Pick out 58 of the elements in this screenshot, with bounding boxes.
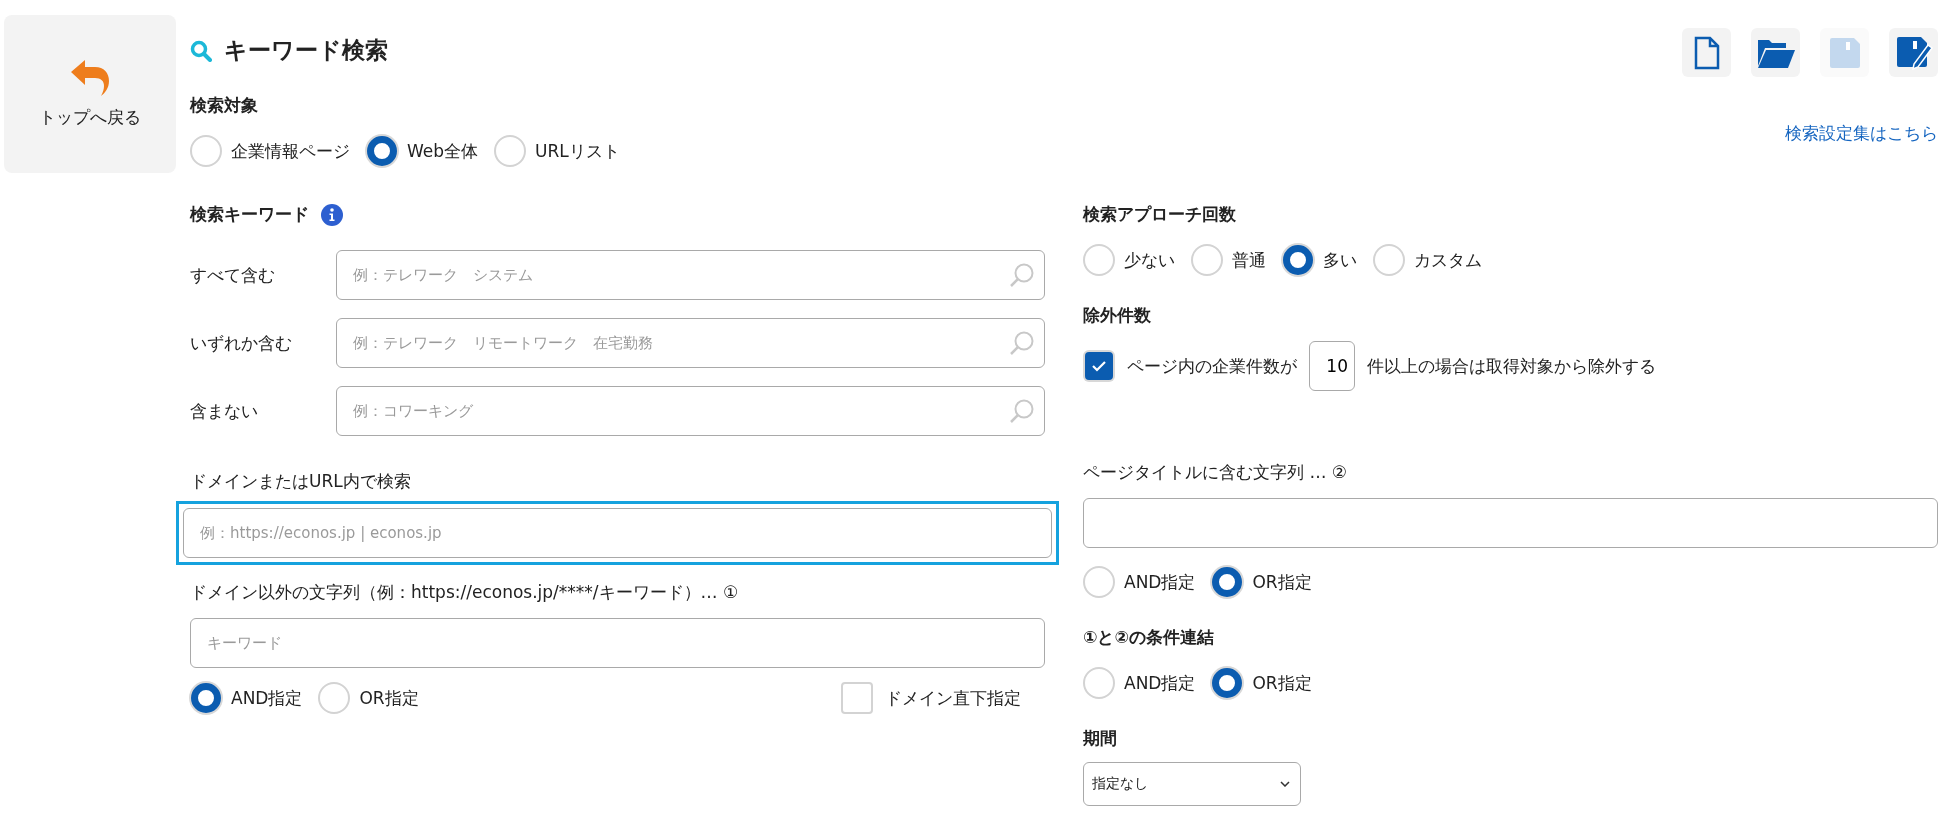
keyword-input-field[interactable]: キーワード — [190, 618, 1045, 668]
keyword-field[interactable]: 例：テレワーク リモートワーク 在宅勤務 — [336, 318, 1045, 368]
search-icon — [190, 39, 212, 62]
count-field[interactable]: 10 — [1309, 341, 1355, 391]
field-label: いずれか含む — [190, 331, 293, 355]
chevron-down-icon — [1280, 781, 1290, 787]
radio-button[interactable] — [1212, 567, 1243, 597]
field-label: 含まない — [190, 399, 259, 423]
return-arrow-icon — [69, 59, 111, 96]
radio-option[interactable]: AND指定 — [1083, 566, 1196, 598]
field-label: ドメイン以外の文字列（例：https://econos.jp/****/キーワード）… ① — [190, 581, 740, 604]
search-icon[interactable] — [1009, 262, 1035, 288]
radio-option[interactable]: OR指定 — [1211, 667, 1312, 699]
radio-option[interactable]: OR指定 — [1211, 566, 1312, 598]
radio-option[interactable]: Web全体 — [366, 135, 479, 167]
section-label: 検索アプローチ回数 — [1083, 203, 1237, 226]
radio-option[interactable]: 多い — [1282, 244, 1357, 276]
field-label: すべて含む — [190, 263, 276, 287]
section-label: 検索対象 — [190, 94, 259, 117]
page-title: キーワード検索 — [224, 36, 388, 65]
field-label: ページタイトルに含む文字列 … ② — [1083, 461, 1349, 484]
radio-option[interactable]: AND指定 — [190, 682, 303, 714]
toolbar-button[interactable] — [1682, 28, 1731, 77]
toolbar-button[interactable] — [1889, 28, 1938, 77]
info-icon[interactable] — [321, 203, 343, 226]
checkbox-option[interactable]: ドメイン直下指定 — [841, 682, 1021, 714]
checkbox-label: ページ内の企業件数が — [1127, 354, 1297, 378]
section-label: 検索キーワード — [190, 203, 309, 226]
field-label: ドメインまたはURL内で検索 — [190, 470, 412, 493]
radio-button[interactable] — [191, 683, 221, 713]
checkmark-icon — [1091, 360, 1107, 372]
radio-button[interactable] — [1283, 245, 1313, 275]
radio-option[interactable]: カスタム — [1373, 244, 1482, 276]
checkbox[interactable] — [1085, 352, 1113, 380]
back-to-top-button[interactable]: トップへ戻る — [4, 15, 176, 173]
radio-button[interactable] — [367, 136, 397, 166]
page-title-field[interactable] — [1083, 498, 1938, 548]
document-icon — [1693, 35, 1720, 70]
section-label: 期間 — [1083, 727, 1118, 750]
floppy-disk-pencil-icon — [1894, 34, 1933, 71]
radio-option[interactable]: 普通 — [1191, 244, 1266, 276]
radio-option[interactable]: 少ない — [1083, 244, 1175, 276]
section-label: 除外件数 — [1083, 304, 1152, 327]
radio-button[interactable] — [1212, 668, 1243, 698]
radio-option[interactable]: AND指定 — [1083, 667, 1196, 699]
keyword-field[interactable]: 例：テレワーク システム — [336, 250, 1045, 300]
settings-link[interactable]: 検索設定集はこちら — [1785, 122, 1938, 145]
period-select[interactable]: 指定なし — [1083, 762, 1301, 806]
section-label: ①と②の条件連結 — [1083, 626, 1215, 649]
toolbar-button[interactable] — [1751, 28, 1800, 77]
search-icon[interactable] — [1009, 398, 1035, 424]
checkbox-label: 件以上の場合は取得対象から除外する — [1367, 354, 1656, 378]
radio-option[interactable]: URLリスト — [494, 135, 620, 167]
keyword-field[interactable]: 例：コワーキング — [336, 386, 1045, 436]
radio-option[interactable]: 企業情報ページ — [190, 135, 350, 167]
radio-option[interactable]: OR指定 — [318, 682, 419, 714]
domain-url-field[interactable]: 例：https://econos.jp | econos.jp — [176, 501, 1059, 565]
search-icon[interactable] — [1009, 330, 1035, 356]
